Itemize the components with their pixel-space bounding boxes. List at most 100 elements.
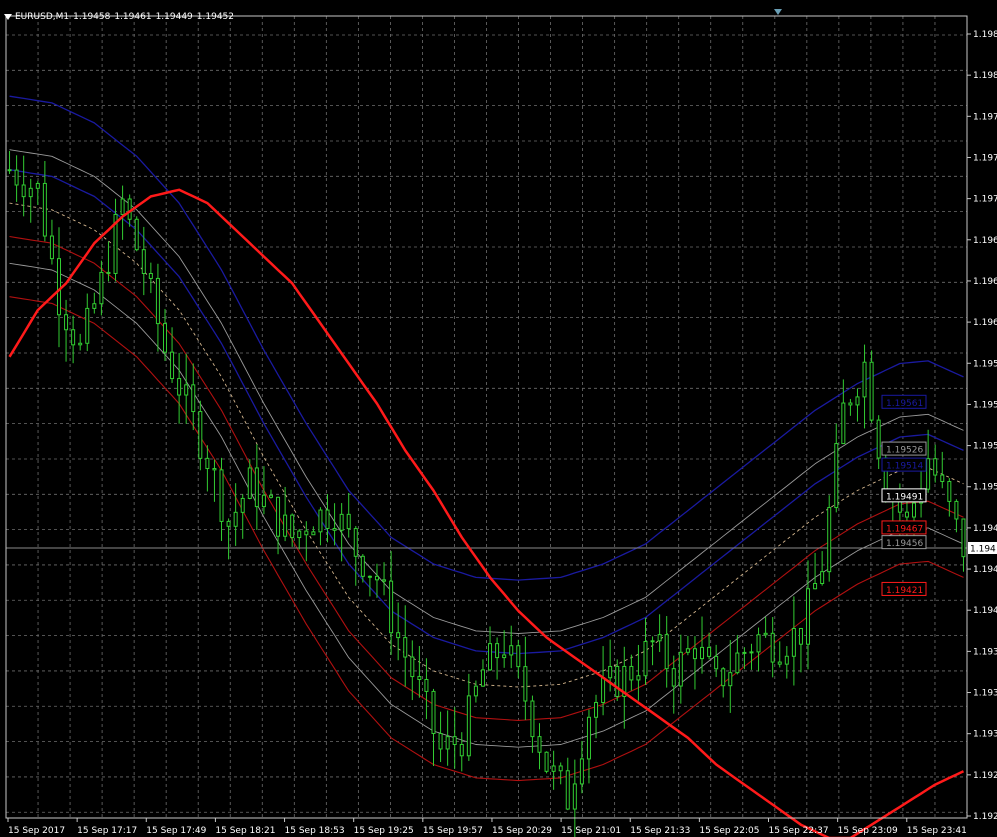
candle-body (304, 530, 309, 536)
y-tick-label: 1.197 (973, 112, 997, 122)
candle-body (502, 654, 507, 659)
candle-body (148, 272, 153, 279)
price-label-text: 1.19456 (886, 539, 923, 549)
candle-body (346, 513, 351, 530)
candle-body (276, 496, 281, 537)
candle-body (480, 669, 485, 687)
current-price-text: 1.194 (970, 544, 996, 554)
candle-body (629, 665, 634, 681)
candle-body (926, 458, 931, 490)
candle-body (49, 235, 54, 260)
candle-body (488, 643, 493, 671)
y-tick-label: 1.193 (973, 730, 997, 740)
y-tick-label: 1.195 (973, 483, 997, 493)
candle-body (904, 511, 909, 518)
y-tick-label: 1.198 (973, 30, 997, 40)
x-tick-label: 15 Sep 17:17 (77, 826, 137, 836)
chart-header[interactable]: EURUSD,M1 1.19458 1.19461 1.19449 1.19452 (4, 12, 238, 22)
candle-body (410, 656, 415, 678)
candle-body (417, 676, 422, 680)
candle-body (92, 303, 97, 309)
candle-body (212, 468, 217, 471)
y-tick-label: 1.196 (973, 277, 997, 287)
candle-body (360, 555, 365, 577)
candle-body (35, 182, 40, 189)
candle-body (21, 184, 26, 198)
candle-body (332, 527, 337, 531)
y-tick-label: 1.194 (973, 606, 997, 616)
candle-body (268, 494, 273, 498)
y-tick-label: 1.194 (973, 565, 997, 575)
candle-body (643, 641, 648, 677)
price-chart[interactable]: 1.198 1.198 1.197 1.197 1.197 1.196 1.196 1.196… (0, 0, 997, 837)
candle-body (396, 632, 401, 639)
candle-body (290, 514, 295, 539)
candle-body (594, 701, 599, 718)
candle-body (155, 277, 160, 325)
candle-body (784, 655, 789, 665)
candle-body (438, 733, 443, 750)
candle-body (261, 494, 266, 508)
ohlc-close: 1.19452 (196, 12, 234, 22)
candle-body (798, 627, 803, 645)
candle-body (374, 575, 379, 581)
candle-body (459, 744, 464, 757)
candle-body (855, 396, 860, 406)
y-tick-label: 1.198 (973, 71, 997, 81)
y-tick-label: 1.195 (973, 359, 997, 369)
candle-body (516, 645, 521, 668)
candle-body (721, 668, 726, 687)
candle-body (170, 351, 175, 380)
candle-body (339, 513, 344, 531)
candle-body (813, 582, 818, 590)
candle-body (325, 509, 330, 529)
price-label-text: 1.19514 (886, 462, 923, 472)
candle-body (601, 677, 606, 703)
x-tick-label: 15 Sep 17:49 (146, 826, 206, 836)
x-tick-label: 15 Sep 23:41 (907, 826, 967, 836)
candle-body (551, 765, 556, 772)
y-tick-label: 1.195 (973, 400, 997, 410)
candle-body (806, 588, 811, 645)
price-label-text: 1.19421 (886, 586, 923, 596)
candle-body (834, 443, 839, 509)
ohlc-high: 1.19461 (114, 12, 152, 22)
candle-body (897, 500, 902, 513)
candle-body (509, 645, 514, 656)
candle-body (820, 571, 825, 584)
candle-body (565, 770, 570, 810)
candle-body (226, 520, 231, 527)
y-tick-label: 1.193 (973, 689, 997, 699)
candle-body (572, 783, 577, 810)
candle-body (770, 632, 775, 663)
x-tick-label: 15 Sep 21:33 (630, 826, 690, 836)
x-tick-label: 15 Sep 18:21 (215, 826, 275, 836)
y-tick-label: 1.193 (973, 647, 997, 657)
candle-body (537, 736, 542, 753)
candle-body (933, 458, 938, 476)
candle-body (247, 467, 252, 499)
y-tick-label: 1.192 (973, 771, 997, 781)
candle-body (134, 218, 139, 251)
x-tick-label: 15 Sep 18:53 (285, 826, 345, 836)
candle-body (579, 758, 584, 785)
candle-body (403, 637, 408, 658)
ohlc-low: 1.19449 (155, 12, 193, 22)
y-tick-label: 1.195 (973, 442, 997, 452)
y-tick-label: 1.196 (973, 236, 997, 246)
candle-body (495, 643, 500, 659)
candle-body (615, 665, 620, 697)
candle-body (763, 632, 768, 636)
candle-body (692, 648, 697, 660)
candle-body (954, 500, 959, 520)
dropdown-triangle-icon[interactable] (4, 13, 12, 20)
candle-body (382, 579, 387, 582)
candle-body (848, 402, 853, 406)
candle-body (318, 509, 323, 533)
candle-body (184, 384, 189, 396)
candle-body (141, 249, 146, 274)
x-tick-label: 15 Sep 19:57 (423, 826, 483, 836)
candle-body (311, 531, 316, 536)
candle-body (219, 469, 224, 522)
candle-body (233, 511, 238, 527)
